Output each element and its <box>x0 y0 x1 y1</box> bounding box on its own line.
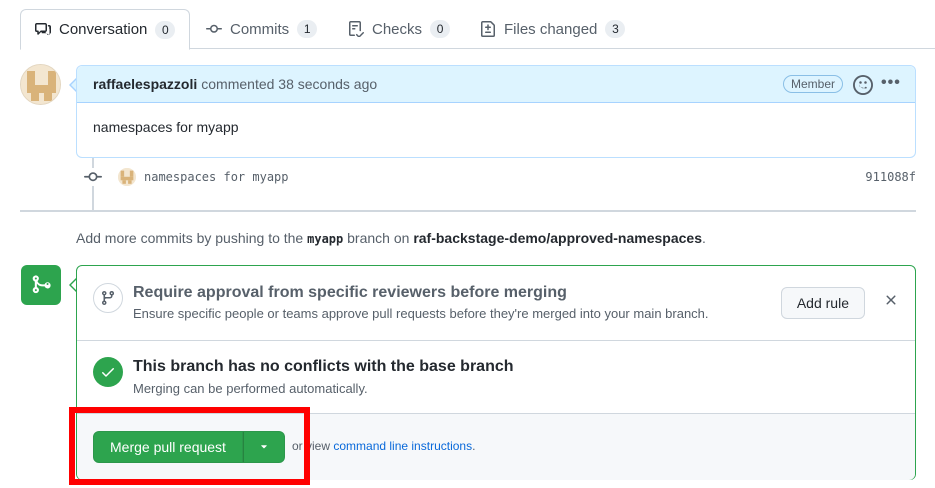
branch-name: myapp <box>307 232 344 246</box>
merge-method-dropdown[interactable] <box>242 431 285 463</box>
author-avatar[interactable] <box>20 64 61 105</box>
check-icon <box>102 368 114 377</box>
check-badge <box>93 357 123 387</box>
close-icon[interactable] <box>883 292 899 308</box>
tab-files-changed[interactable]: Files changed 3 <box>466 9 639 49</box>
tab-counter: 0 <box>155 20 176 39</box>
rule-title: Require approval from specific reviewers… <box>133 284 567 301</box>
tab-label: Conversation <box>59 21 148 38</box>
smiley-icon[interactable] <box>853 75 873 95</box>
commit-author-avatar[interactable] <box>118 168 136 186</box>
tab-commits[interactable]: Commits 1 <box>192 9 331 49</box>
timeline-divider <box>20 210 916 212</box>
identicon-icon <box>118 168 136 186</box>
triangle-down-icon <box>261 445 267 449</box>
comment-box: raffaelespazzoli commented 38 seconds ag… <box>76 65 916 158</box>
tab-checks[interactable]: Checks 0 <box>334 9 464 49</box>
merge-alternative-text: or view command line instructions. <box>292 439 475 453</box>
identicon-icon <box>21 65 60 104</box>
file-diff-icon <box>481 21 495 37</box>
git-merge-icon <box>32 275 51 294</box>
merge-action-section: Merge pull request or view command line … <box>77 414 915 480</box>
push-note: Add more commits by pushing to the myapp… <box>76 230 706 246</box>
commit-icon <box>206 24 222 33</box>
merge-pull-request-button[interactable]: Merge pull request <box>93 431 243 463</box>
tab-label: Files changed <box>504 20 598 38</box>
repo-branch-link[interactable]: raf-backstage-demo/approved-namespaces <box>413 230 702 246</box>
tab-counter: 0 <box>430 20 451 38</box>
pr-tabs: Conversation 0 Commits 1 Checks 0 Files … <box>20 9 935 50</box>
merge-alt-prefix: or view <box>292 439 331 453</box>
member-badge: Member <box>782 75 843 93</box>
tab-label: Commits <box>230 20 290 38</box>
git-branch-icon <box>102 290 114 306</box>
tab-conversation[interactable]: Conversation 0 <box>20 9 191 50</box>
push-note-prefix: Add more commits by pushing to the <box>76 230 304 246</box>
comment-discussion-icon <box>35 22 51 35</box>
checklist-icon <box>349 21 364 37</box>
commit-icon <box>84 168 102 186</box>
comment-meta[interactable]: commented 38 seconds ago <box>201 76 377 92</box>
merge-box: Require approval from specific reviewers… <box>76 265 916 480</box>
rule-subtitle: Ensure specific people or teams approve … <box>133 306 709 321</box>
merge-alt-suffix: . <box>472 439 476 453</box>
conflict-section: This branch has no conflicts with the ba… <box>77 341 915 414</box>
tab-counter: 1 <box>297 20 318 38</box>
git-merge-badge <box>21 265 61 305</box>
branch-protection-section: Require approval from specific reviewers… <box>77 266 915 341</box>
conflict-subtitle: Merging can be performed automatically. <box>133 381 368 396</box>
add-rule-button[interactable]: Add rule <box>780 287 865 319</box>
commit-message[interactable]: namespaces for myapp <box>144 170 289 184</box>
commit-row: namespaces for myapp 911088f <box>84 166 916 188</box>
tab-counter: 3 <box>605 20 626 38</box>
comment-body: namespaces for myapp <box>93 119 239 135</box>
merge-button-group: Merge pull request <box>93 431 285 463</box>
comment-author[interactable]: raffaelespazzoli <box>93 76 197 92</box>
kebab-horizontal-icon[interactable]: ••• <box>881 74 903 94</box>
commit-sha[interactable]: 911088f <box>865 170 916 184</box>
conflict-title: This branch has no conflicts with the ba… <box>133 358 514 375</box>
command-line-instructions-link[interactable]: command line instructions <box>333 439 472 453</box>
git-branch-badge <box>93 283 123 313</box>
push-note-middle: branch on <box>347 230 410 246</box>
push-note-suffix: . <box>701 230 706 246</box>
tab-label: Checks <box>372 20 423 38</box>
